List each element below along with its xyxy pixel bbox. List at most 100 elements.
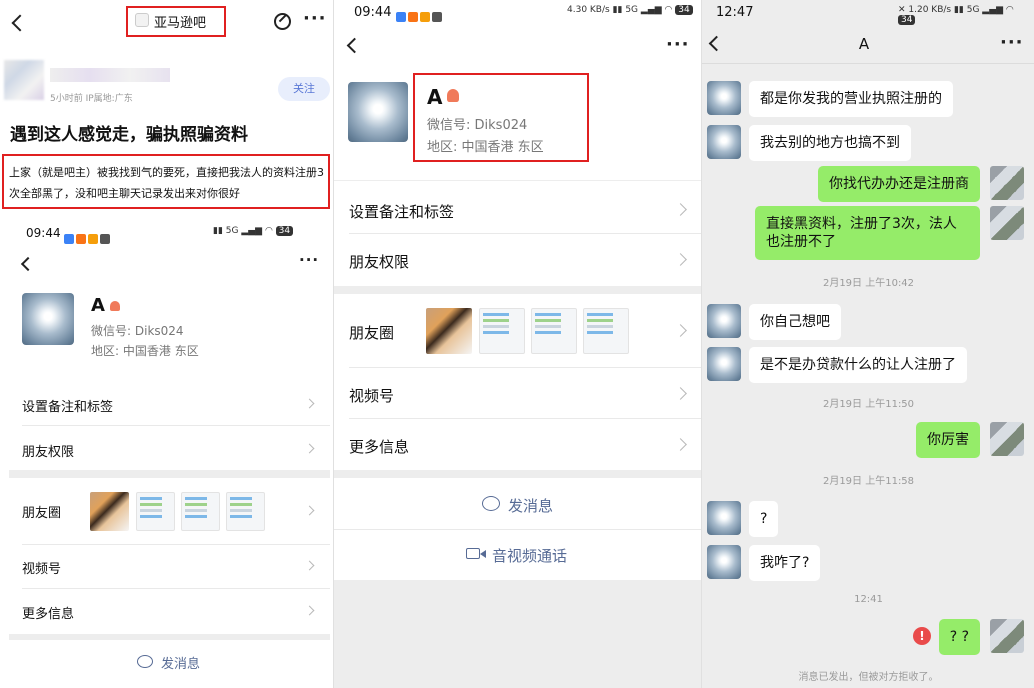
tieba-post-panel: 亚马逊吧 ··· 5小时前 IP属地:广东 关注 遇到这人感觉走，骗执照骗资料 … xyxy=(0,0,333,688)
menu-more[interactable]: 更多信息 xyxy=(22,603,74,622)
author-name-blurred xyxy=(50,68,170,82)
incoming-message[interactable]: 是不是办贷款什么的让人注册了 xyxy=(749,347,967,383)
contact-avatar[interactable] xyxy=(707,347,741,381)
more-dots-icon[interactable]: ··· xyxy=(666,34,690,55)
contact-profile-panel: 09:44 4.30 KB/s ▮▮ 5G ▂▄▆ ◠ 34 ··· A 微信号… xyxy=(333,0,701,688)
menu-channels[interactable]: 视频号 xyxy=(22,558,61,577)
status-time: 12:47 xyxy=(716,5,754,20)
incoming-message[interactable]: 我咋了? xyxy=(749,545,821,581)
incoming-message[interactable]: 都是你发我的营业执照注册的 xyxy=(749,81,953,117)
more-dots-icon[interactable]: ··· xyxy=(303,8,327,29)
chat-message-list: 都是你发我的营业执照注册的 我去别的地方也搞不到你找代办办还是注册商直接黑资料，注… xyxy=(702,64,1034,688)
chevron-right-icon xyxy=(304,443,315,454)
menu-remark[interactable]: 设置备注和标签 xyxy=(349,201,454,222)
chevron-right-icon xyxy=(304,560,315,571)
menu-moments[interactable]: 朋友圈 xyxy=(349,322,394,343)
contact-avatar[interactable] xyxy=(348,82,408,142)
contact-avatar[interactable] xyxy=(22,293,74,345)
chevron-right-icon xyxy=(674,203,687,216)
gender-icon xyxy=(110,301,120,311)
chevron-right-icon xyxy=(304,505,315,516)
contact-avatar[interactable] xyxy=(707,545,741,579)
timestamp: 2月19日 上午10:42 xyxy=(822,278,915,289)
chevron-right-icon xyxy=(674,324,687,337)
timestamp: 12:41 xyxy=(854,594,883,605)
back-arrow-icon[interactable] xyxy=(20,256,36,272)
gender-icon xyxy=(447,89,459,102)
my-avatar[interactable] xyxy=(990,206,1024,240)
region: 地区: 中国香港 东区 xyxy=(91,344,199,358)
region: 地区: 中国香港 东区 xyxy=(427,140,544,155)
actions-group: 发消息 音视频通话 xyxy=(334,478,701,580)
post-meta: 5小时前 IP属地:广东 xyxy=(50,94,133,104)
status-icons: ✕ 1.20 KB/s ▮▮ 5G ▂▄▆ ◠ 34 xyxy=(898,5,1014,25)
incoming-message[interactable]: ? xyxy=(749,501,779,537)
contact-name: A xyxy=(427,85,443,109)
rejected-notice: 消息已发出，但被对方拒收了。 xyxy=(798,672,939,683)
edit-icon[interactable] xyxy=(274,13,291,30)
status-time: 09:44 xyxy=(26,226,61,240)
outgoing-message[interactable]: ? ? xyxy=(938,619,980,655)
author-avatar[interactable] xyxy=(4,60,44,100)
outgoing-message[interactable]: 直接黑资料，注册了3次，法人也注册不了 xyxy=(755,206,980,260)
send-message-button[interactable]: 发消息 xyxy=(161,653,200,672)
forum-icon xyxy=(135,13,149,27)
contact-avatar[interactable] xyxy=(707,501,741,535)
follow-button[interactable]: 关注 xyxy=(278,77,330,101)
chevron-right-icon xyxy=(674,387,687,400)
menu-channels[interactable]: 视频号 xyxy=(349,385,394,406)
forum-name[interactable]: 亚马逊吧 xyxy=(154,12,206,31)
wechat-id: 微信号: Diks024 xyxy=(91,324,184,338)
chevron-right-icon xyxy=(304,398,315,409)
error-icon[interactable]: ! xyxy=(913,627,931,645)
send-message-button[interactable]: 发消息 xyxy=(508,495,553,516)
wechat-id: 微信号: Diks024 xyxy=(427,118,528,133)
remark-permissions-group: 设置备注和标签 朋友权限 xyxy=(334,181,701,286)
moments-thumb-1 xyxy=(90,492,129,531)
incoming-message[interactable]: 我去别的地方也搞不到 xyxy=(749,125,911,161)
chevron-right-icon xyxy=(674,438,687,451)
post-body: 上家（就是吧主）被我找到气的要死，直接把我法人的资料注册3次全部黑了，没和吧主聊… xyxy=(9,166,324,200)
timestamp: 2月19日 上午11:50 xyxy=(822,399,915,410)
chevron-right-icon xyxy=(674,253,687,266)
chat-title: A xyxy=(858,35,870,53)
moments-thumb-2 xyxy=(136,492,175,531)
video-call-icon xyxy=(466,548,480,559)
more-dots-icon[interactable]: ··· xyxy=(1000,32,1024,53)
contact-avatar[interactable] xyxy=(707,304,741,338)
timestamp: 2月19日 上午11:58 xyxy=(822,476,915,487)
chat-bubble-icon xyxy=(137,655,153,668)
my-avatar[interactable] xyxy=(990,166,1024,200)
outgoing-message[interactable]: 你找代办办还是注册商 xyxy=(818,166,980,202)
chat-bubble-icon xyxy=(482,496,500,511)
moments-thumb-4 xyxy=(583,308,629,354)
moments-thumb-3 xyxy=(531,308,577,354)
menu-permissions[interactable]: 朋友权限 xyxy=(22,441,74,460)
chat-panel: 12:47 ✕ 1.20 KB/s ▮▮ 5G ▂▄▆ ◠ 34 A ··· 都… xyxy=(701,0,1034,688)
moments-thumb-1 xyxy=(426,308,472,354)
status-icons: 4.30 KB/s ▮▮ 5G ▂▄▆ ◠ 34 xyxy=(567,5,693,15)
contact-avatar[interactable] xyxy=(707,81,741,115)
my-avatar[interactable] xyxy=(990,422,1024,456)
post-title: 遇到这人感觉走，骗执照骗资料 xyxy=(10,125,248,145)
menu-permissions[interactable]: 朋友权限 xyxy=(349,251,409,272)
chevron-right-icon xyxy=(304,605,315,616)
my-avatar[interactable] xyxy=(990,619,1024,653)
menu-remark[interactable]: 设置备注和标签 xyxy=(22,396,113,415)
status-time: 09:44 xyxy=(354,5,392,20)
back-arrow-icon[interactable] xyxy=(11,14,29,32)
status-icons: ▮▮ 5G ▂▄▆ ◠ 34 xyxy=(213,226,294,236)
incoming-message[interactable]: 你自己想吧 xyxy=(749,304,841,340)
more-dots-icon[interactable]: ··· xyxy=(299,251,319,269)
menu-more[interactable]: 更多信息 xyxy=(349,436,409,457)
menu-moments[interactable]: 朋友圈 xyxy=(22,502,61,521)
embedded-contact-screenshot: 09:44 ▮▮ 5G ▂▄▆ ◠ 34 ··· A 微信号: Diks024 … xyxy=(9,215,330,688)
moments-thumb-3 xyxy=(181,492,220,531)
outgoing-message[interactable]: 你厉害 xyxy=(916,422,980,458)
moments-thumb-2 xyxy=(479,308,525,354)
contact-name: A xyxy=(91,295,105,316)
moments-thumb-4 xyxy=(226,492,265,531)
contact-avatar[interactable] xyxy=(707,125,741,159)
av-call-button[interactable]: 音视频通话 xyxy=(492,545,567,566)
moments-group: 朋友圈 视频号 更多信息 xyxy=(334,294,701,470)
